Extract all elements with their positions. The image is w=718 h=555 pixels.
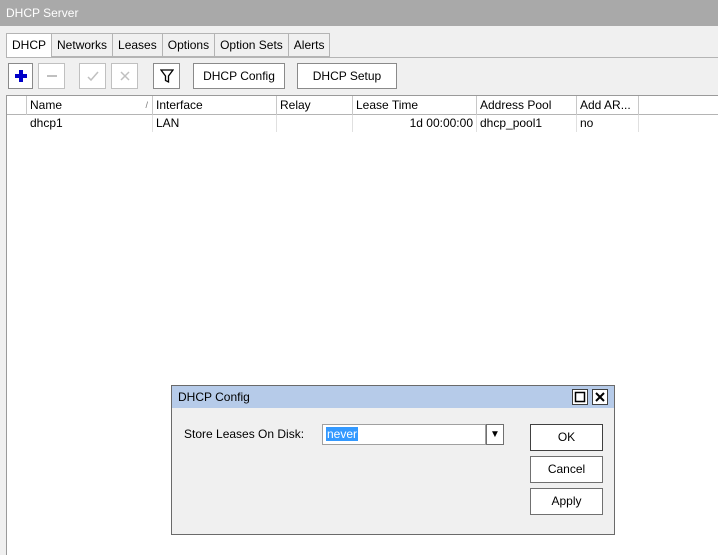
cancel-button[interactable]: Cancel <box>530 456 603 483</box>
cell-add-arp: no <box>577 115 639 132</box>
column-header-relay[interactable]: Relay <box>277 96 353 115</box>
cell-name: dhcp1 <box>27 115 153 132</box>
column-header-add-arp[interactable]: Add AR... <box>577 96 639 115</box>
tab-option-sets[interactable]: Option Sets <box>215 33 289 57</box>
tab-options[interactable]: Options <box>162 33 216 57</box>
tab-leases[interactable]: Leases <box>113 33 163 57</box>
plus-icon <box>14 70 27 82</box>
dialog-title[interactable]: DHCP Config <box>172 386 614 408</box>
column-header-address-pool[interactable]: Address Pool <box>477 96 577 115</box>
store-leases-input[interactable]: never <box>322 424 486 445</box>
cell-lease-time: 1d 00:00:00 <box>353 115 477 132</box>
dhcp-setup-button[interactable]: DHCP Setup <box>297 63 397 89</box>
store-leases-dropdown-button[interactable]: ▼ <box>486 424 504 445</box>
cross-icon <box>119 71 130 81</box>
minus-icon <box>46 75 57 77</box>
tab-networks[interactable]: Networks <box>52 33 114 57</box>
tab-dhcp[interactable]: DHCP <box>6 33 53 58</box>
column-header-lease-time[interactable]: Lease Time <box>353 96 477 115</box>
close-button[interactable] <box>592 389 608 405</box>
cell-interface: LAN <box>153 115 277 132</box>
maximize-button[interactable] <box>572 389 588 405</box>
store-leases-label: Store Leases On Disk: <box>184 427 305 441</box>
dhcp-config-button[interactable]: DHCP Config <box>193 63 285 89</box>
dropdown-arrow-icon: ▼ <box>490 429 500 440</box>
remove-button[interactable] <box>38 63 65 89</box>
store-leases-value: never <box>326 427 359 441</box>
cell-relay <box>277 115 353 132</box>
column-header-name-label: Name <box>30 98 63 112</box>
tab-alerts[interactable]: Alerts <box>288 33 331 57</box>
dhcp-config-dialog: DHCP Config Store Leases On Disk: never … <box>171 385 615 535</box>
ok-button[interactable]: OK <box>530 424 603 451</box>
column-header-blank <box>7 96 27 115</box>
cell-address-pool: dhcp_pool1 <box>477 115 577 132</box>
apply-button[interactable]: Apply <box>530 488 603 515</box>
filter-icon <box>159 69 174 84</box>
check-icon <box>86 71 99 82</box>
window-title: DHCP Server <box>0 0 718 26</box>
column-header-interface[interactable]: Interface <box>153 96 277 115</box>
column-header-name[interactable]: Name / <box>27 96 153 115</box>
tab-divider <box>6 57 718 58</box>
table-row[interactable]: dhcp1 LAN 1d 00:00:00 dhcp_pool1 no <box>7 115 718 132</box>
enable-button[interactable] <box>79 63 106 89</box>
tab-bar: DHCP Networks Leases Options Option Sets… <box>6 33 331 58</box>
table-header: Name / Interface Relay Lease Time Addres… <box>7 96 718 115</box>
sort-indicator-icon: / <box>145 100 148 110</box>
add-button[interactable] <box>8 63 33 89</box>
close-icon <box>595 392 605 402</box>
maximize-icon <box>574 391 586 403</box>
filter-button[interactable] <box>153 63 180 89</box>
disable-button[interactable] <box>111 63 138 89</box>
